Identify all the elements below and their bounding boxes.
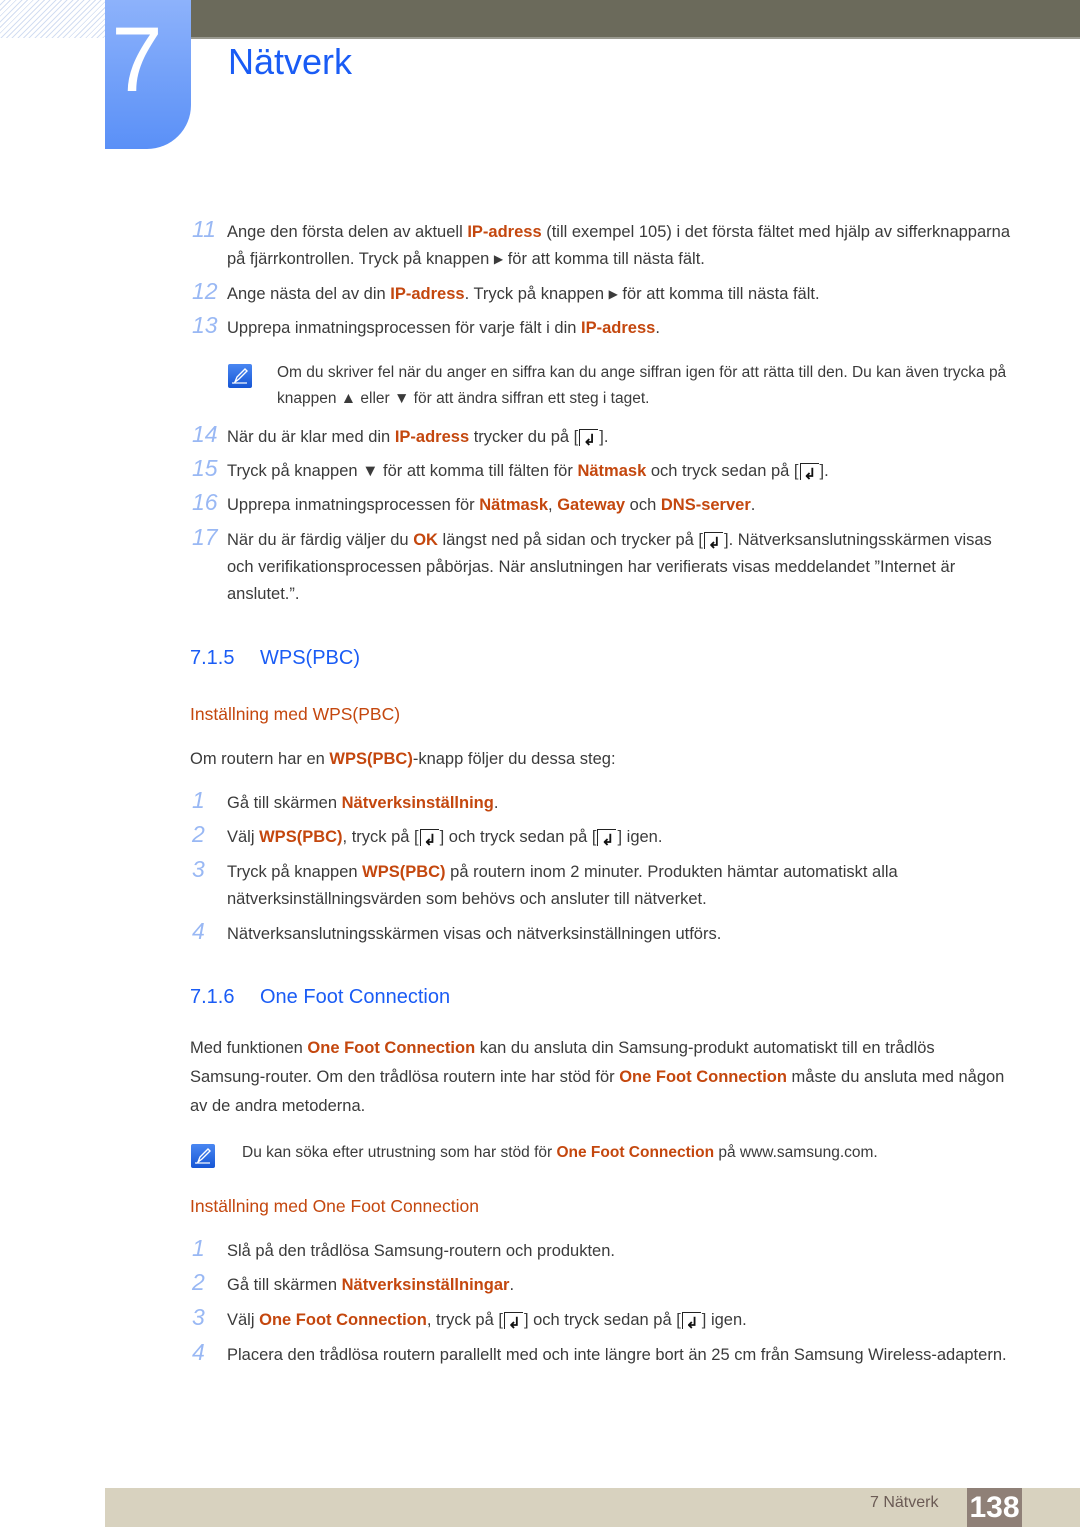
step-number: 15 [192, 455, 218, 481]
step-16: 16 Upprepa inmatningsprocessen för Nätmas… [192, 489, 1012, 519]
wps-step-3: 3 Tryck på knappen WPS(PBC) på routern in… [192, 856, 1012, 913]
highlighted-term: One Foot Connection [259, 1311, 427, 1329]
header-bar [190, 0, 1080, 39]
subheading-wps: Inställning med WPS(PBC) [190, 704, 401, 724]
step-text: Upprepa inmatningsprocessen för varje fä… [227, 319, 660, 337]
step-text: Gå till skärmen Nätverksinställning. [227, 794, 499, 812]
highlighted-term: WPS(PBC) [362, 863, 446, 881]
enter-key-icon [681, 1310, 701, 1337]
step-14: 14 När du är klar med din IP-adress tryck… [192, 421, 1012, 454]
section-title: One Foot Connection [260, 986, 451, 1008]
wps-step-1: 1 Gå till skärmen Nätverksinställning. [192, 787, 1012, 817]
section-title: WPS(PBC) [260, 647, 360, 669]
step-number: 4 [192, 1339, 205, 1365]
ofc-step-2: 2 Gå till skärmen Nätverksinställningar. [192, 1269, 1012, 1299]
step-15: 15 Tryck på knappen ▼ för att komma till … [192, 455, 1012, 488]
note-icon [228, 364, 252, 388]
highlighted-term: One Foot Connection [307, 1039, 476, 1057]
highlighted-term: WPS(PBC) [329, 750, 413, 768]
highlighted-term: DNS-server [660, 496, 751, 514]
highlighted-term: IP-adress [581, 319, 656, 337]
highlighted-term: Nätmask [577, 462, 647, 480]
right-arrow-icon: ▶ [493, 252, 504, 266]
highlighted-term: WPS(PBC) [259, 828, 343, 846]
step-number: 3 [192, 856, 205, 882]
step-text: Placera den trådlösa routern parallellt … [227, 1346, 1007, 1364]
enter-key-icon [579, 427, 599, 454]
step-number: 17 [192, 524, 218, 550]
step-text: När du är klar med din IP-adress trycker… [227, 424, 1012, 454]
highlighted-term: Nätmask [479, 496, 549, 514]
step-text: Tryck på knappen WPS(PBC) på routern ino… [227, 863, 898, 908]
step-text: Slå på den trådlösa Samsung-routern och … [227, 1242, 615, 1260]
ofc-intro: Med funktionen One Foot Connection kan d… [190, 1039, 1005, 1115]
highlighted-term: Nätverksinställningar [341, 1276, 510, 1294]
step-number: 14 [192, 421, 218, 447]
wps-step-4: 4 Nätverksanslutningsskärmen visas och nä… [192, 918, 1012, 948]
highlighted-term: IP-adress [394, 428, 470, 446]
highlighted-term: Gateway [557, 496, 626, 514]
highlighted-term: One Foot Connection [556, 1144, 715, 1161]
highlighted-term: OK [413, 531, 438, 549]
step-number: 1 [192, 787, 205, 813]
step-11: 11 Ange den första delen av aktuell IP-ad… [192, 216, 1012, 273]
highlighted-term: IP-adress [467, 223, 542, 241]
section-number: 7.1.5 [190, 647, 235, 669]
step-text: Välj WPS(PBC), tryck på [] och tryck sed… [227, 824, 1012, 854]
step-12: 12 Ange nästa del av din IP-adress. Tryck… [192, 278, 1012, 308]
step-13: 13 Upprepa inmatningsprocessen för varje … [192, 312, 1012, 342]
ofc-step-3: 3 Välj One Foot Connection, tryck på [] o… [192, 1304, 1012, 1337]
note-text: Om du skriver fel när du anger en siffra… [277, 364, 1007, 407]
step-text: Nätverksanslutningsskärmen visas och nät… [227, 925, 722, 943]
section-heading-ofc: 7.1.6 One Foot Connection [190, 986, 450, 1009]
enter-key-icon [597, 827, 617, 854]
right-arrow-icon: ▶ [608, 287, 618, 301]
step-number: 4 [192, 918, 205, 944]
step-text: Ange den första delen av aktuell IP-adre… [227, 223, 1010, 268]
note-icon [191, 1144, 215, 1168]
enter-key-icon [799, 461, 819, 488]
wps-step-2: 2 Välj WPS(PBC), tryck på [] och tryck se… [192, 821, 1012, 854]
step-text: När du är färdig väljer du OK längst ned… [227, 527, 1012, 608]
highlighted-term: IP-adress [390, 285, 465, 303]
section-heading-wps: 7.1.5 WPS(PBC) [190, 647, 360, 670]
step-number: 2 [192, 1269, 205, 1295]
enter-key-icon [704, 530, 724, 557]
ofc-step-1: 1 Slå på den trådlösa Samsung-routern och… [192, 1235, 1012, 1265]
wps-intro: Om routern har en WPS(PBC)-knapp följer … [190, 750, 616, 768]
chapter-number: 7 [111, 9, 163, 111]
step-text: Upprepa inmatningsprocessen för Nätmask,… [227, 496, 756, 514]
ofc-note-text: Du kan söka efter utrustning som har stö… [242, 1144, 878, 1161]
footer-chapter-label: 7 Nätverk [870, 1494, 939, 1511]
enter-key-icon [503, 1310, 523, 1337]
step-text: Gå till skärmen Nätverksinställningar. [227, 1276, 515, 1294]
step-number: 3 [192, 1304, 205, 1330]
enter-key-icon [419, 827, 439, 854]
step-number: 12 [192, 278, 218, 304]
highlighted-term: One Foot Connection [619, 1068, 787, 1086]
step-text: Tryck på knappen ▼ för att komma till fä… [227, 458, 1012, 488]
highlighted-term: Nätverksinställning [341, 794, 494, 812]
header-hatch-decoration [0, 0, 106, 38]
step-number: 1 [192, 1235, 205, 1261]
step-number: 2 [192, 821, 205, 847]
step-17: 17 När du är färdig väljer du OK längst n… [192, 524, 1012, 608]
step-text: Ange nästa del av din IP-adress. Tryck p… [227, 285, 820, 303]
step-number: 16 [192, 489, 218, 515]
subheading-ofc: Inställning med One Foot Connection [190, 1196, 479, 1216]
step-text: Välj One Foot Connection, tryck på [] oc… [227, 1307, 1012, 1337]
page-number: 138 [967, 1488, 1022, 1527]
step-number: 13 [192, 312, 218, 338]
section-number: 7.1.6 [190, 986, 235, 1008]
step-number: 11 [192, 216, 216, 242]
ofc-step-4: 4 Placera den trådlösa routern parallellt… [192, 1339, 1012, 1369]
chapter-title: Nätverk [228, 41, 353, 82]
